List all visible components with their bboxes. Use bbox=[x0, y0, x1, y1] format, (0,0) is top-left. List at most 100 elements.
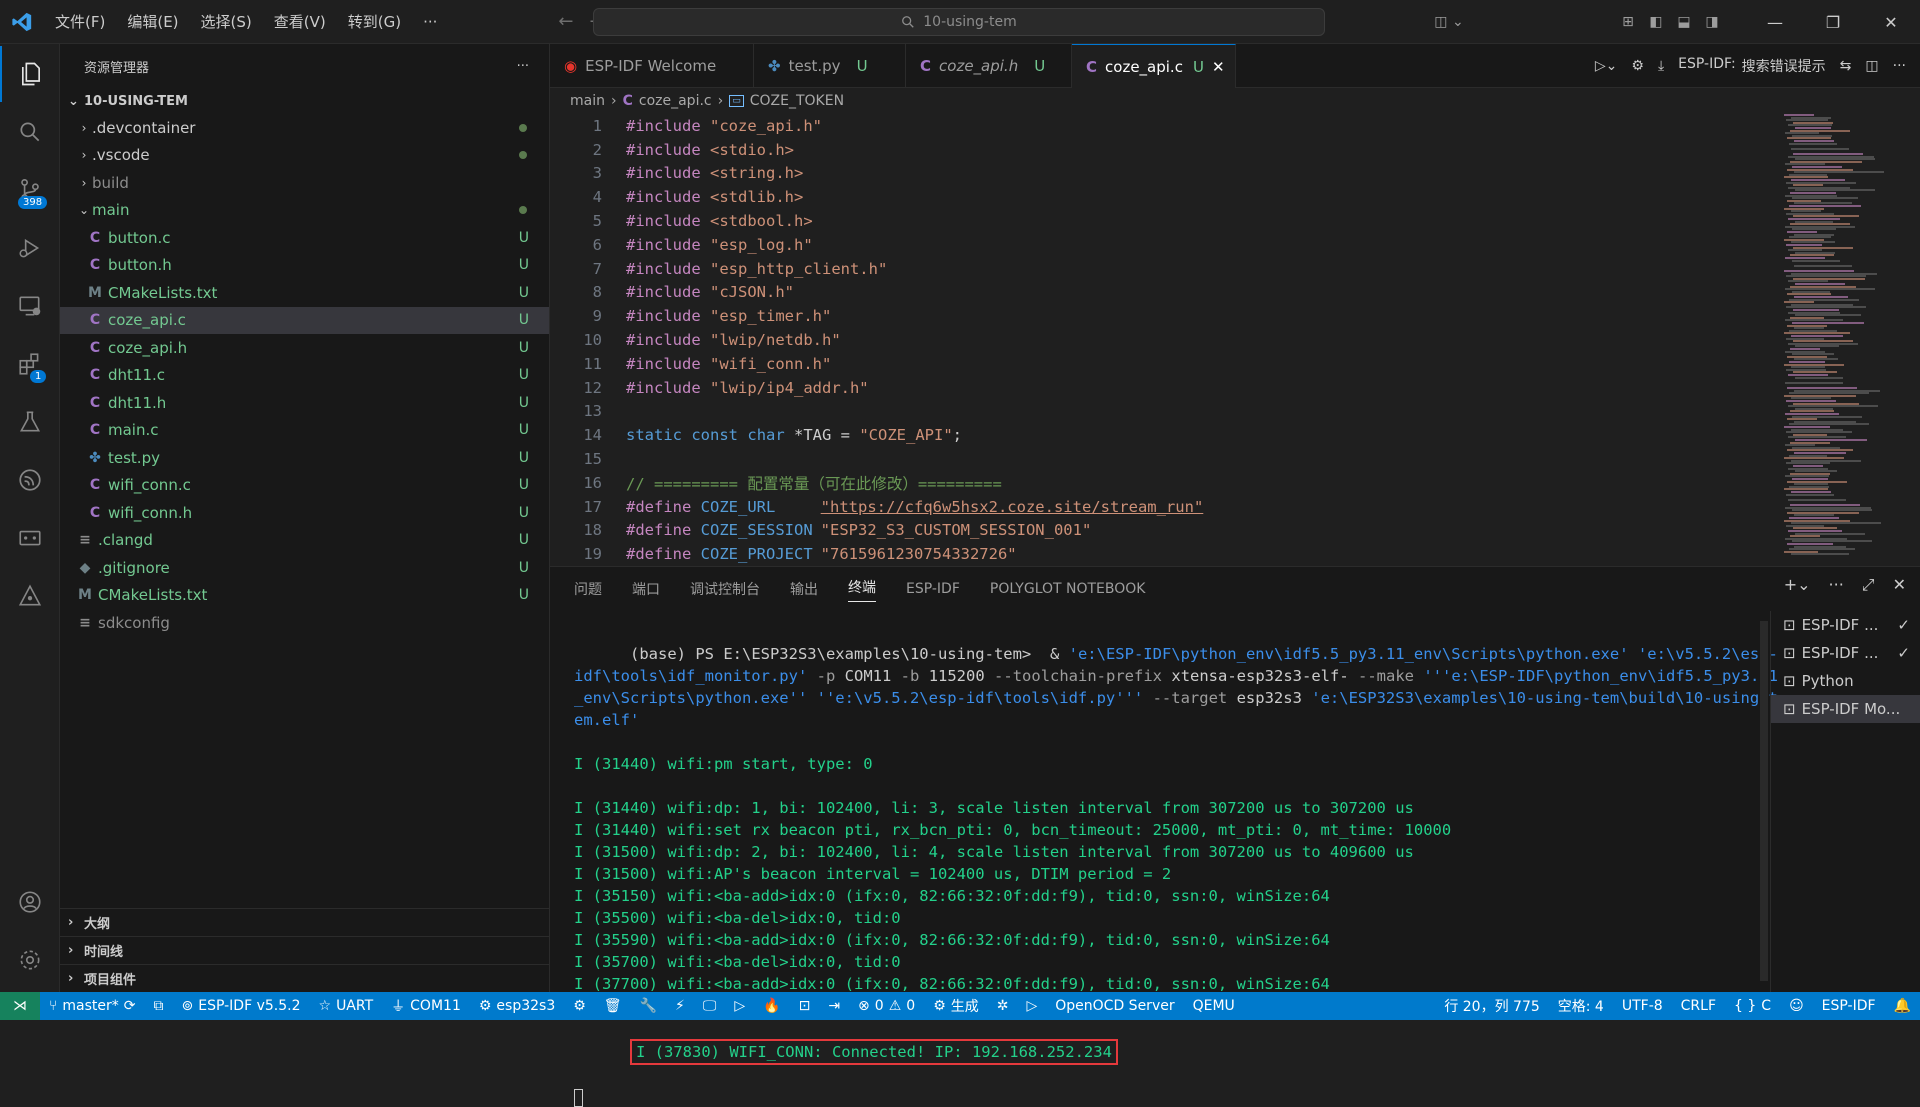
settings-gear-icon[interactable] bbox=[0, 932, 60, 988]
terminal-item-esp-idf-monitor[interactable]: ⊡ ESP-IDF Mo... bbox=[1771, 695, 1920, 723]
close-panel-icon[interactable]: ✕ bbox=[1893, 575, 1906, 595]
remote-indicator-icon[interactable]: ⋊ bbox=[0, 992, 40, 1020]
more-actions-icon[interactable]: ··· bbox=[1893, 58, 1906, 74]
copilot-icon[interactable]: ☺ bbox=[1780, 998, 1813, 1014]
breadcrumb-file[interactable]: coze_api.c bbox=[639, 93, 712, 109]
qemu[interactable]: QEMU bbox=[1184, 998, 1244, 1014]
tree-item-coze-api-c[interactable]: C coze_api.c U bbox=[60, 306, 549, 334]
tree-item-sdkconfig[interactable]: ≡ sdkconfig bbox=[60, 609, 549, 637]
tree-item-cmakelists-root[interactable]: M CMakeLists.txt U bbox=[60, 582, 549, 610]
tab-ports[interactable]: 端口 bbox=[632, 579, 660, 599]
close-tab-icon[interactable]: ✕ bbox=[1212, 58, 1225, 76]
build-flash-monitor-fire-icon[interactable]: 🔥 bbox=[754, 998, 789, 1014]
accounts-icon[interactable] bbox=[0, 874, 60, 930]
problems-indicator[interactable]: ⊗ 0 ⚠ 0 bbox=[849, 998, 924, 1014]
tab-coze-api-h[interactable]: C coze_api.h U bbox=[906, 44, 1072, 88]
end-of-line[interactable]: CRLF bbox=[1672, 998, 1725, 1014]
tree-item-coze-api-h[interactable]: C coze_api.h U bbox=[60, 334, 549, 362]
debug-icon[interactable]: ▷ bbox=[725, 998, 754, 1014]
new-terminal-icon[interactable]: +⌄ bbox=[1784, 575, 1811, 595]
language-mode[interactable]: { } C bbox=[1725, 998, 1780, 1014]
menu-file[interactable]: 文件(F) bbox=[44, 11, 116, 32]
menu-edit[interactable]: 编辑(E) bbox=[116, 11, 189, 32]
timeline-section[interactable]: › 时间线 bbox=[60, 936, 549, 964]
menu-go[interactable]: 转到(G) bbox=[337, 11, 412, 32]
back-arrow-icon[interactable]: ← bbox=[558, 11, 573, 32]
download-icon[interactable]: ⤓ bbox=[1658, 58, 1664, 74]
terminal-item-esp-idf-1[interactable]: ⊡ ESP-IDF ... ✓ bbox=[1771, 611, 1920, 639]
tab-coze-api-c[interactable]: C coze_api.c U ✕ bbox=[1072, 44, 1236, 88]
target-chip[interactable]: ⚙ esp32s3 bbox=[470, 998, 564, 1014]
menu-more[interactable]: ··· bbox=[412, 13, 448, 31]
tree-item-test-py[interactable]: ✤ test.py U bbox=[60, 444, 549, 472]
tree-item-dht11-h[interactable]: C dht11.h U bbox=[60, 389, 549, 417]
terminal-icon[interactable]: ⊡ bbox=[790, 998, 820, 1014]
flash-bolt-icon[interactable]: ⚡ bbox=[666, 998, 694, 1014]
toggle-secondary-sidebar-icon[interactable]: ◨ bbox=[1698, 14, 1726, 30]
toggle-panel-icon[interactable]: ⬓ bbox=[1670, 14, 1698, 30]
tree-item-button-c[interactable]: C button.c U bbox=[60, 224, 549, 252]
tree-item-main[interactable]: ⌄ main bbox=[60, 197, 549, 225]
tab-output[interactable]: 输出 bbox=[790, 579, 818, 599]
explorer-more-button[interactable]: ··· bbox=[517, 59, 529, 74]
openocd-server[interactable]: OpenOCD Server bbox=[1046, 998, 1183, 1014]
full-clean-icon[interactable]: 🗑 bbox=[595, 998, 631, 1014]
workspace-root[interactable]: ⌄ 10-USING-TEM bbox=[60, 88, 549, 114]
tree-item-build[interactable]: › build bbox=[60, 169, 549, 197]
extensions-icon[interactable]: 1 bbox=[0, 336, 60, 392]
idf-tools-icon[interactable] bbox=[0, 568, 60, 624]
explorer-icon[interactable] bbox=[0, 46, 60, 102]
code-editor[interactable]: 1 #include "coze_api.h" 2 #include <stdio.h… bbox=[550, 114, 1920, 566]
serial-monitor-icon[interactable] bbox=[0, 510, 60, 566]
tree-item-button-h[interactable]: C button.h U bbox=[60, 252, 549, 280]
tree-item-vscode[interactable]: › .vscode bbox=[60, 142, 549, 170]
tree-item-wifi-conn-c[interactable]: C wifi_conn.c U bbox=[60, 472, 549, 500]
menu-selection[interactable]: 选择(S) bbox=[190, 11, 263, 32]
gear-icon[interactable]: ⚙ bbox=[1631, 58, 1644, 74]
workspace-folder-icon[interactable]: ⧉ bbox=[145, 998, 173, 1014]
tab-debug-console[interactable]: 调试控制台 bbox=[690, 579, 760, 599]
testing-flask-icon[interactable] bbox=[0, 394, 60, 450]
sdk-config-icon[interactable]: ⚙ bbox=[564, 998, 595, 1014]
tree-item-main-c[interactable]: C main.c U bbox=[60, 417, 549, 445]
encoding[interactable]: UTF-8 bbox=[1613, 998, 1672, 1014]
esp-idf-search-error-hints[interactable]: ESP-IDF: 搜索错误提示 bbox=[1678, 56, 1826, 76]
build-status[interactable]: ⚙ 生成 bbox=[924, 996, 988, 1016]
build-wrench-icon[interactable]: 🔧 bbox=[631, 998, 666, 1014]
tree-item-devcontainer[interactable]: › .devcontainer bbox=[60, 114, 549, 142]
project-components-section[interactable]: › 项目组件 bbox=[60, 964, 549, 992]
toggle-sidebar-icon[interactable]: ◧ bbox=[1642, 14, 1670, 30]
flash-method[interactable]: ☆ UART bbox=[310, 998, 383, 1014]
tree-item-gitignore[interactable]: ◆ .gitignore U bbox=[60, 554, 549, 582]
esp-idf-status[interactable]: ESP-IDF bbox=[1813, 998, 1885, 1014]
maximize-panel-icon[interactable]: ⤢ bbox=[1862, 575, 1875, 595]
terminal-item-python[interactable]: ⊡ Python bbox=[1771, 667, 1920, 695]
tree-item-cmakelists-main[interactable]: M CMakeLists.txt U bbox=[60, 279, 549, 307]
menu-view[interactable]: 查看(V) bbox=[263, 11, 337, 32]
tab-terminal[interactable]: 终端 bbox=[848, 577, 876, 602]
source-control-icon[interactable]: 398 bbox=[0, 162, 60, 218]
run-debug-dropdown-icon[interactable]: ▷⌄ bbox=[1595, 58, 1618, 74]
tab-esp-idf-welcome[interactable]: ◉ ESP-IDF Welcome bbox=[550, 44, 754, 88]
breadcrumb-folder[interactable]: main bbox=[570, 93, 605, 109]
compare-icon[interactable]: ⇆ bbox=[1840, 58, 1852, 74]
search-icon[interactable] bbox=[0, 104, 60, 160]
terminal-scrollbar[interactable] bbox=[1760, 621, 1768, 981]
indentation[interactable]: 空格: 4 bbox=[1549, 996, 1613, 1016]
tab-polyglot-notebook[interactable]: POLYGLOT NOTEBOOK bbox=[990, 581, 1146, 597]
tree-item-clangd[interactable]: ≡ .clangd U bbox=[60, 527, 549, 555]
run-icon[interactable]: ▷ bbox=[1017, 998, 1046, 1014]
cursor-position[interactable]: 行 20，列 775 bbox=[1435, 996, 1548, 1016]
notifications-bell-icon[interactable]: 🔔 bbox=[1885, 998, 1920, 1014]
outline-section[interactable]: › 大纲 bbox=[60, 908, 549, 936]
close-window-button[interactable]: ✕ bbox=[1862, 13, 1920, 32]
minimap[interactable] bbox=[1784, 114, 1904, 566]
bug-icon[interactable]: ✲ bbox=[988, 998, 1018, 1014]
monitor-icon[interactable]: 🖵 bbox=[694, 998, 726, 1014]
minimize-button[interactable]: — bbox=[1746, 13, 1804, 32]
terminal-item-esp-idf-2[interactable]: ⊡ ESP-IDF ... ✓ bbox=[1771, 639, 1920, 667]
esp-idf-icon[interactable] bbox=[0, 452, 60, 508]
command-center-search[interactable]: 10-using-tem bbox=[593, 8, 1325, 36]
breadcrumb-symbol[interactable]: COZE_TOKEN bbox=[750, 93, 844, 109]
esp-idf-version[interactable]: ⊚ ESP-IDF v5.5.2 bbox=[173, 998, 310, 1014]
